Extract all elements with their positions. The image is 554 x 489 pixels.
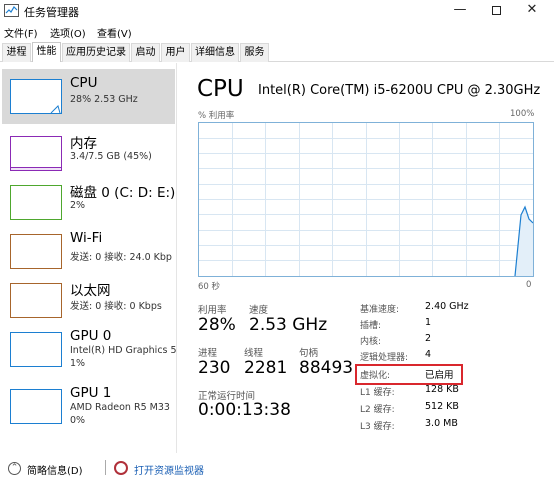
detail-key: 逻辑处理器: [360,353,409,363]
detail-key: L2 缓存: [360,405,395,415]
close-button[interactable]: ✕ [510,0,554,22]
cpu-model: Intel(R) Core(TM) i5-6200U CPU @ 2.30GHz [258,83,541,98]
cpu-utilization-graph [198,122,534,277]
tab-details[interactable]: 详细信息 [191,43,239,62]
graph-label-utilization: % 利用率 [198,111,235,121]
ethernet-thumbnail [10,283,62,318]
tab-users[interactable]: 用户 [161,43,190,62]
virtualization-highlight [355,364,463,385]
sidebar-item-label: 内存 [70,136,97,152]
resource-monitor-icon[interactable] [114,461,128,475]
detail-key: L3 缓存: [360,422,395,432]
sidebar-item-sub: 28% 2.53 GHz [70,94,138,105]
minimize-icon: — [453,2,467,17]
sidebar-item-sub: Intel(R) HD Graphics 5 [70,345,177,356]
task-manager-icon [4,4,19,17]
sidebar-item-ethernet[interactable]: 以太网 发送: 0 接收: 0 Kbps [2,273,175,328]
sidebar-item-label: GPU 0 [70,328,112,344]
window-title: 任务管理器 [24,6,79,19]
wifi-thumbnail [10,234,62,269]
sidebar-item-sub: AMD Radeon R5 M33 [70,402,170,413]
sidebar-item-label: CPU [70,75,98,91]
detail-key: 基准速度: [360,305,400,315]
sidebar-item-sub2: 1% [70,358,86,369]
graph-grid [199,123,533,276]
detail-value: 3.0 MB [425,418,458,429]
menu-options[interactable]: 选项(O) [50,25,86,40]
detail-key: L1 缓存: [360,388,395,398]
sidebar-item-sub: 3.4/7.5 GB (45%) [70,151,152,162]
detail-value: 4 [425,349,432,360]
sidebar-item-gpu1[interactable]: GPU 1 AMD Radeon R5 M33 0% [2,379,175,434]
sidebar-item-sub: 2% [70,200,86,211]
tab-services[interactable]: 服务 [240,43,269,62]
handles-label: 句柄 [299,348,319,359]
tab-bar: 进程 性能 应用历史记录 启动 用户 详细信息 服务 [0,42,554,62]
sidebar-item-label: 以太网 [70,283,111,299]
processes-label: 进程 [198,348,218,359]
detail-value: 2.40 GHz [425,301,469,312]
sidebar-item-label: 磁盘 0 (C: D: E:) [70,185,176,201]
sidebar-item-label: Wi-Fi [70,230,103,246]
sidebar-item-sub2: 0% [70,415,86,426]
utilization-label: 利用率 [198,305,227,316]
tab-performance[interactable]: 性能 [32,42,61,62]
speed-value: 2.53 GHz [249,315,328,335]
gpu0-thumbnail [10,332,62,367]
cpu-mini-graph [50,105,61,114]
open-resource-monitor-link[interactable]: 打开资源监视器 [134,462,204,477]
maximize-icon [491,6,501,15]
uptime-value: 0:00:13:38 [198,400,291,420]
graph-label-max: 100% [510,109,535,119]
detail-value: 128 KB [425,384,459,395]
threads-value: 2281 [244,358,288,378]
threads-label: 线程 [244,348,264,359]
detail-value: 1 [425,317,432,328]
sidebar-item-wifi[interactable]: Wi-Fi 发送: 0 接收: 24.0 Kbp [2,224,175,279]
sidebar-item-sub: 发送: 0 接收: 24.0 Kbp [70,252,172,263]
tab-processes[interactable]: 进程 [2,43,31,62]
handles-value: 88493 [299,358,354,378]
detail-key: 内核: [360,337,382,347]
performance-sidebar: CPU 28% 2.53 GHz 内存 3.4/7.5 GB (45%) 磁盘 … [0,63,177,453]
speed-label: 速度 [249,305,269,316]
detail-key: 插槽: [360,321,382,331]
utilization-value: 28% [198,315,236,335]
memory-thumbnail [10,136,62,171]
menu-view[interactable]: 查看(V) [97,25,132,40]
axis-label-left: 60 秒 [198,282,221,292]
axis-label-right: 0 [526,280,532,290]
cpu-thumbnail [10,79,62,114]
close-icon: ✕ [526,2,538,17]
detail-value: 2 [425,333,432,344]
sidebar-item-disk[interactable]: 磁盘 0 (C: D: E:) 2% [2,175,175,230]
processes-value: 230 [198,358,231,378]
sidebar-item-sub: 发送: 0 接收: 0 Kbps [70,301,162,312]
page-title: CPU [197,76,244,102]
cpu-usage-area [515,207,533,276]
detail-value: 512 KB [425,401,459,412]
sidebar-item-label: GPU 1 [70,385,112,401]
footer: ⌃ 简略信息(D) 打开资源监视器 [0,455,554,489]
title-bar: 任务管理器 — ✕ [0,0,554,22]
chevron-up-icon[interactable]: ⌃ [8,462,21,475]
divider [105,460,106,475]
tab-startup[interactable]: 启动 [131,43,160,62]
sidebar-item-gpu0[interactable]: GPU 0 Intel(R) HD Graphics 5 1% [2,322,177,377]
tab-app-history[interactable]: 应用历史记录 [62,43,130,62]
sidebar-item-memory[interactable]: 内存 3.4/7.5 GB (45%) [2,126,175,181]
disk-thumbnail [10,185,62,220]
gpu1-thumbnail [10,389,62,424]
sidebar-item-cpu[interactable]: CPU 28% 2.53 GHz [2,69,175,124]
fewer-details-link[interactable]: 简略信息(D) [27,462,83,477]
menu-file[interactable]: 文件(F) [4,25,38,40]
